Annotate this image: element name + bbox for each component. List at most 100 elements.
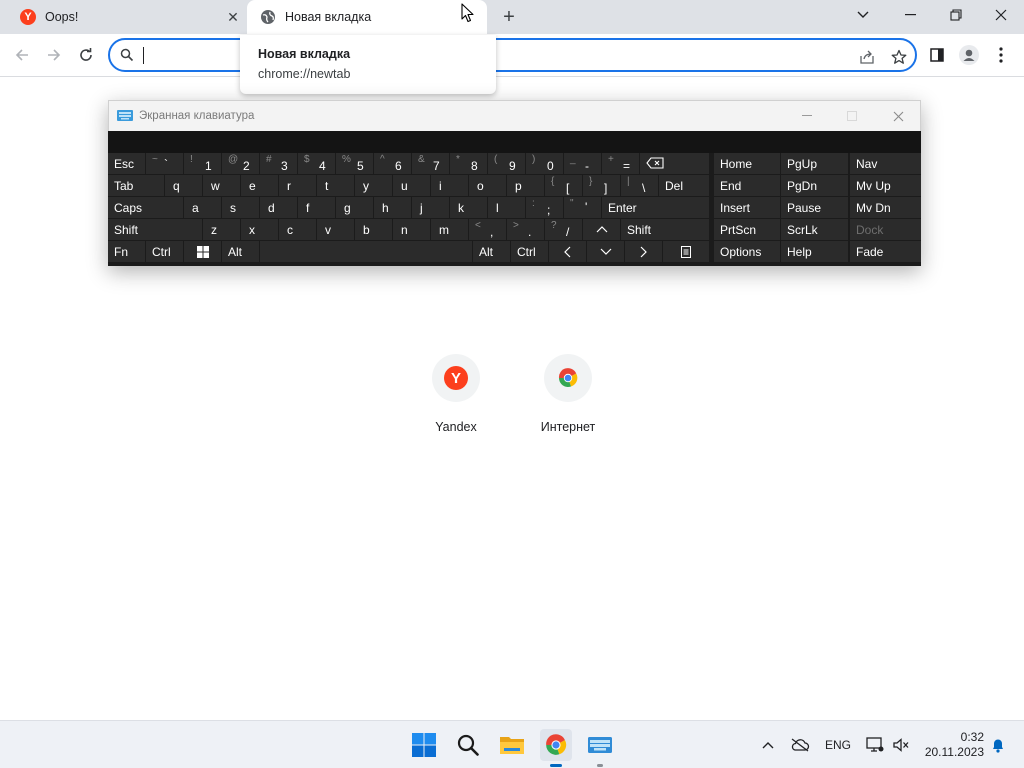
reload-button[interactable] bbox=[74, 43, 98, 67]
shortcut-internet[interactable]: Интернет bbox=[512, 354, 624, 444]
key-semicolon[interactable]: :; bbox=[526, 197, 563, 218]
key-c[interactable]: c bbox=[279, 219, 316, 240]
key-y[interactable]: y bbox=[355, 175, 392, 196]
profile-button[interactable] bbox=[958, 44, 980, 66]
show-hidden-icons-button[interactable] bbox=[758, 734, 778, 756]
key-5[interactable]: % 5 bbox=[336, 153, 373, 174]
key-tilde[interactable]: ~ ` bbox=[146, 153, 183, 174]
key-pgup[interactable]: PgUp bbox=[781, 153, 848, 174]
osk-taskbar-button[interactable] bbox=[584, 729, 616, 767]
key-6[interactable]: ^ 6 bbox=[374, 153, 411, 174]
key-shift-left[interactable]: Shift bbox=[108, 219, 202, 240]
osk-maximize-button[interactable] bbox=[842, 107, 862, 125]
onedrive-offline-button[interactable] bbox=[788, 734, 812, 756]
key-l[interactable]: l bbox=[488, 197, 525, 218]
key-8[interactable]: * 8 bbox=[450, 153, 487, 174]
side-panel-button[interactable] bbox=[926, 44, 948, 66]
key-e[interactable]: e bbox=[241, 175, 278, 196]
key-end[interactable]: End bbox=[714, 175, 780, 196]
key-right-bracket[interactable]: }] bbox=[583, 175, 620, 196]
key-fn[interactable]: Fn bbox=[108, 241, 145, 262]
key-w[interactable]: w bbox=[203, 175, 240, 196]
key-i[interactable]: i bbox=[431, 175, 468, 196]
file-explorer-button[interactable] bbox=[496, 729, 528, 761]
taskbar-search-button[interactable] bbox=[452, 729, 484, 761]
key-minus[interactable]: _ - bbox=[564, 153, 601, 174]
key-arrow-up[interactable] bbox=[583, 219, 620, 240]
key-r[interactable]: r bbox=[279, 175, 316, 196]
key-t[interactable]: t bbox=[317, 175, 354, 196]
key-backspace[interactable] bbox=[640, 153, 709, 174]
key-tab[interactable]: Tab bbox=[108, 175, 164, 196]
network-button[interactable] bbox=[864, 734, 886, 756]
key-s[interactable]: s bbox=[222, 197, 259, 218]
key-move-down[interactable]: Mv Dn bbox=[850, 197, 921, 218]
key-move-up[interactable]: Mv Up bbox=[850, 175, 921, 196]
back-button[interactable] bbox=[10, 43, 34, 67]
key-arrow-down[interactable] bbox=[587, 241, 624, 262]
key-ctrl-right[interactable]: Ctrl bbox=[511, 241, 548, 262]
key-equals[interactable]: + = bbox=[602, 153, 639, 174]
tab-search-button[interactable] bbox=[840, 0, 886, 30]
key-insert[interactable]: Insert bbox=[714, 197, 780, 218]
key-n[interactable]: n bbox=[393, 219, 430, 240]
key-h[interactable]: h bbox=[374, 197, 411, 218]
key-u[interactable]: u bbox=[393, 175, 430, 196]
key-m[interactable]: m bbox=[431, 219, 468, 240]
key-dock[interactable]: Dock bbox=[850, 219, 921, 240]
key-3[interactable]: #3 bbox=[260, 153, 297, 174]
osk-minimize-button[interactable] bbox=[797, 107, 817, 125]
key-backslash[interactable]: | \ bbox=[621, 175, 658, 196]
key-prtscn[interactable]: PrtScn bbox=[714, 219, 780, 240]
key-del[interactable]: Del bbox=[659, 175, 709, 196]
key-period[interactable]: >. bbox=[507, 219, 544, 240]
key-f[interactable]: f bbox=[298, 197, 335, 218]
key-v[interactable]: v bbox=[317, 219, 354, 240]
key-windows[interactable] bbox=[184, 241, 221, 262]
share-icon[interactable] bbox=[857, 47, 877, 67]
key-enter[interactable]: Enter bbox=[602, 197, 709, 218]
shortcut-yandex[interactable]: Y Yandex bbox=[400, 354, 512, 444]
forward-button[interactable] bbox=[42, 43, 66, 67]
minimize-button[interactable] bbox=[887, 0, 933, 30]
key-options[interactable]: Options bbox=[714, 241, 780, 262]
start-button[interactable] bbox=[408, 729, 440, 761]
key-ctrl-left[interactable]: Ctrl bbox=[146, 241, 183, 262]
key-home[interactable]: Home bbox=[714, 153, 780, 174]
key-g[interactable]: g bbox=[336, 197, 373, 218]
key-alt-right[interactable]: Alt bbox=[473, 241, 510, 262]
key-z[interactable]: z bbox=[203, 219, 240, 240]
chrome-taskbar-button[interactable] bbox=[540, 729, 572, 767]
restore-button[interactable] bbox=[933, 0, 979, 30]
key-context-menu[interactable] bbox=[663, 241, 709, 262]
volume-button[interactable] bbox=[890, 734, 912, 756]
key-space[interactable] bbox=[260, 241, 472, 262]
key-nav[interactable]: Nav bbox=[850, 153, 921, 174]
key-7[interactable]: & 7 bbox=[412, 153, 449, 174]
key-j[interactable]: j bbox=[412, 197, 449, 218]
key-fade[interactable]: Fade bbox=[850, 241, 921, 262]
key-help[interactable]: Help bbox=[781, 241, 848, 262]
key-left-bracket[interactable]: {[ bbox=[545, 175, 582, 196]
key-slash[interactable]: ? / bbox=[545, 219, 582, 240]
close-tab-icon[interactable]: ✕ bbox=[225, 9, 241, 25]
key-caps[interactable]: Caps bbox=[108, 197, 183, 218]
key-shift-right[interactable]: Shift bbox=[621, 219, 709, 240]
close-window-button[interactable] bbox=[978, 0, 1024, 30]
new-tab-button[interactable]: + bbox=[498, 6, 520, 28]
key-2[interactable]: @2 bbox=[222, 153, 259, 174]
key-q[interactable]: q bbox=[165, 175, 202, 196]
key-o[interactable]: o bbox=[469, 175, 506, 196]
bookmark-star-icon[interactable] bbox=[889, 47, 909, 67]
key-1[interactable]: ! 1 bbox=[184, 153, 221, 174]
key-9[interactable]: (9 bbox=[488, 153, 525, 174]
key-pgdn[interactable]: PgDn bbox=[781, 175, 848, 196]
address-bar[interactable] bbox=[108, 38, 917, 72]
notifications-button[interactable] bbox=[988, 734, 1008, 756]
key-esc[interactable]: Esc bbox=[108, 153, 145, 174]
key-a[interactable]: a bbox=[184, 197, 221, 218]
clock[interactable]: 0:32 20.11.2023 bbox=[918, 730, 984, 760]
key-4[interactable]: $4 bbox=[298, 153, 335, 174]
language-indicator[interactable]: ENG bbox=[822, 734, 854, 756]
key-alt-left[interactable]: Alt bbox=[222, 241, 259, 262]
